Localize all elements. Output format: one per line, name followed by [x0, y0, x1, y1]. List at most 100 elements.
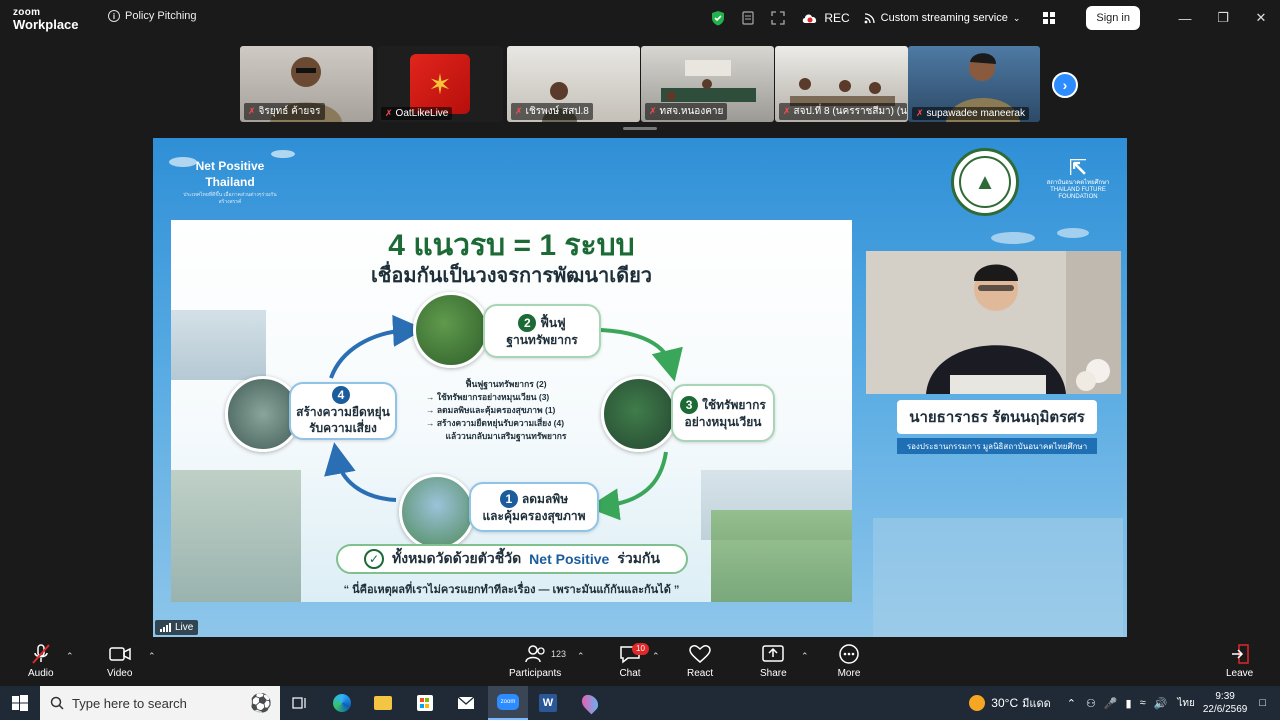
participant-tile[interactable]: ✗ สจป.ที่ 8 (นครราชสีมา) (น... [775, 46, 908, 122]
cloud-record-icon [803, 14, 817, 23]
tff-mark-icon: ⇱ [1068, 155, 1088, 180]
leave-button[interactable]: Leave [1226, 643, 1253, 679]
store-icon[interactable] [405, 686, 445, 720]
meeting-controls: Audio ⌃ Video ⌃ Participants 123 ⌃ Chat … [0, 637, 1280, 686]
mic-muted-icon: ✗ [649, 106, 657, 116]
mail-icon[interactable] [446, 686, 486, 720]
avatar: ✶ [410, 54, 470, 114]
participant-tile[interactable]: ✗ supawadee maneerak [908, 46, 1040, 122]
participant-tile[interactable]: ✗ จิรยุทธ์ ค้ายจร [240, 46, 373, 122]
notes-icon[interactable] [733, 3, 763, 33]
streaming-indicator[interactable]: Custom streaming service ⌄ [864, 12, 1020, 24]
meet-now-icon[interactable]: ⚇ [1086, 697, 1096, 710]
forest-image [413, 292, 489, 368]
maps-pin-icon[interactable] [570, 686, 610, 720]
microphone-icon[interactable]: 🎤 [1104, 697, 1118, 710]
close-icon[interactable]: ✕ [1242, 0, 1280, 36]
windows-taskbar: Type here to search ⚽ zoom W 30°C มีแดด … [0, 686, 1280, 720]
mic-muted-icon: ✗ [385, 108, 393, 118]
live-indicator[interactable]: Live [155, 620, 199, 635]
participant-name: ✗ ทสจ.หนองคาย [645, 103, 728, 120]
zoom-window: zoom Workplace i Policy Pitching REC Cus… [0, 0, 1280, 720]
participants-count: 123 [551, 649, 567, 659]
node-resilience: 4 สร้างความยืดหยุ่น รับความเสี่ยง [289, 382, 397, 440]
banner-prefix: ทั้งหมดวัดด้วยตัวชี้วัด [392, 550, 522, 566]
title-bar: zoom Workplace i Policy Pitching REC Cus… [0, 0, 1280, 38]
react-label: React [687, 668, 714, 679]
react-button[interactable]: React [687, 643, 713, 679]
notification-icon[interactable]: □ [1259, 697, 1266, 709]
wifi-icon[interactable]: ≈ [1140, 697, 1146, 709]
np-title-line2: Thailand [205, 175, 255, 189]
windows-start-icon[interactable] [0, 686, 40, 720]
thailand-future-logo: ⇱ สถาบันอนาคตไทยศึกษา THAILAND FUTURE FO… [1043, 156, 1113, 201]
meeting-title: Policy Pitching [125, 10, 197, 22]
ministry-seal-icon: ▲ [951, 148, 1019, 216]
weather-sun-icon[interactable] [969, 695, 986, 711]
more-dots-icon [839, 644, 859, 664]
input-language[interactable]: ไทย [1177, 696, 1194, 711]
task-view-icon[interactable] [280, 686, 320, 720]
video-label: Video [107, 668, 133, 679]
search-placeholder: Type here to search [72, 695, 187, 711]
participant-name: ✗ OatLikeLive [381, 107, 453, 120]
gallery-resize-handle[interactable] [623, 127, 657, 130]
clock[interactable]: 9:39 22/6/2569 [1203, 690, 1248, 716]
participant-tile[interactable]: ✗ เชิรพงษ์ สสป.8 [507, 46, 640, 122]
mic-muted-icon: ✗ [248, 106, 256, 116]
mic-muted-icon: ✗ [783, 106, 791, 116]
speaker-title: รองประธานกรรมการ มูลนิธิสถาบันอนาคตไทยศึ… [897, 438, 1097, 454]
tff-en2: FOUNDATION [1058, 194, 1098, 200]
participants-options-caret[interactable]: ⌃ [577, 651, 585, 662]
share-button[interactable]: Share [760, 643, 787, 679]
minimize-icon[interactable]: — [1166, 0, 1204, 36]
chat-unread-badge: 10 [632, 643, 649, 655]
security-shield-icon[interactable] [703, 3, 733, 33]
zoom-app-icon[interactable]: zoom [488, 686, 528, 720]
banner-np: Net Positive [529, 551, 610, 567]
participant-name: ✗ จิรยุทธ์ ค้ายจร [244, 103, 325, 120]
participant-name: ✗ สจป.ที่ 8 (นครราชสีมา) (น... [779, 103, 907, 120]
chat-options-caret[interactable]: ⌃ [652, 651, 660, 662]
taskbar-search[interactable]: Type here to search ⚽ [40, 686, 280, 720]
fullscreen-icon[interactable] [763, 3, 793, 33]
video-button[interactable]: Video [107, 643, 132, 679]
leave-label: Leave [1226, 668, 1254, 679]
participant-tile[interactable]: ✗ ทสจ.หนองคาย [641, 46, 774, 122]
shared-screen: Net Positive Thailand ประเทศไทยที่ดีขึ้น… [153, 138, 1127, 637]
file-explorer-icon[interactable] [363, 686, 403, 720]
gallery-next-button[interactable]: › [1052, 72, 1078, 98]
signal-bars-icon [160, 623, 171, 632]
video-options-caret[interactable]: ⌃ [148, 651, 156, 662]
chevron-up-icon[interactable]: ⌃ [1067, 697, 1076, 710]
chevron-right-icon: › [1062, 77, 1068, 93]
speaker-figure [866, 251, 1121, 394]
battery-icon[interactable]: ▮ [1126, 697, 1132, 710]
audio-options-caret[interactable]: ⌃ [66, 651, 74, 662]
family-park-image [399, 474, 475, 550]
tff-name: สถาบันอนาคตไทยศึกษา [1046, 180, 1110, 186]
meeting-info[interactable]: i Policy Pitching [108, 10, 197, 22]
participants-label: Participants [509, 668, 562, 679]
net-positive-banner: ✓ ทั้งหมดวัดด้วยตัวชี้วัด Net Positive ร… [336, 544, 688, 574]
participant-tile[interactable]: ✶ ✗ OatLikeLive [377, 46, 503, 122]
number-badge: 3 [680, 396, 699, 414]
volume-icon[interactable]: 🔊 [1154, 697, 1168, 710]
recording-indicator[interactable]: REC [801, 11, 850, 25]
restore-icon[interactable]: ❐ [1204, 0, 1242, 36]
audio-label: Audio [28, 668, 54, 679]
audio-button[interactable]: Audio [28, 643, 54, 679]
weather-desc: มีแดด [1022, 698, 1051, 710]
more-button[interactable]: More [837, 643, 861, 679]
logo-line2: Workplace [13, 17, 79, 32]
word-icon[interactable]: W [528, 686, 568, 720]
clock-date: 22/6/2569 [1202, 704, 1248, 715]
cycle-flow-list: ฟื้นฟูฐานทรัพยากร (2) → ใช้ทรัพยากรอย่าง… [426, 378, 586, 443]
number-badge: 2 [518, 314, 537, 332]
edge-browser-icon[interactable] [322, 686, 362, 720]
sign-in-button[interactable]: Sign in [1086, 6, 1140, 30]
heart-icon [689, 645, 711, 663]
number-badge: 4 [332, 386, 350, 404]
share-options-caret[interactable]: ⌃ [801, 651, 809, 662]
gallery-layout-icon[interactable] [1034, 3, 1064, 33]
